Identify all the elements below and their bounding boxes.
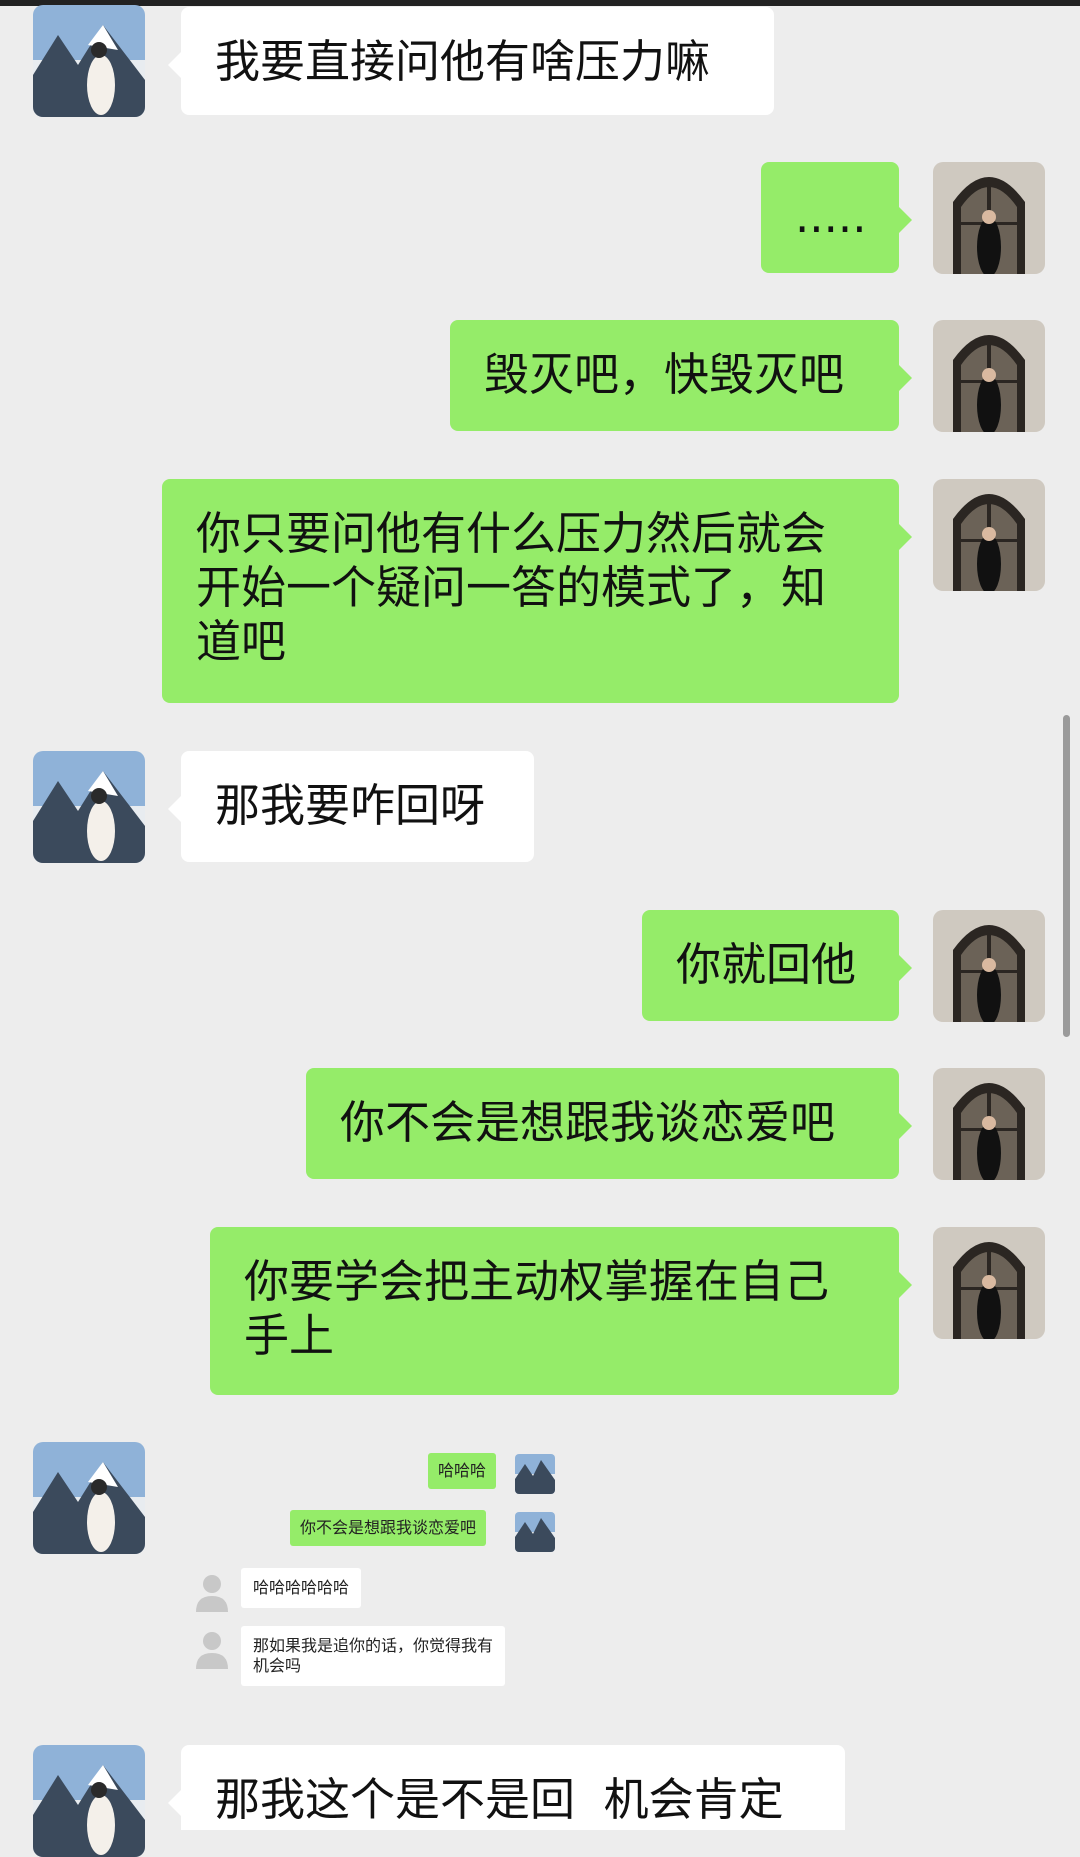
- user-avatar[interactable]: [933, 1068, 1045, 1180]
- embedded-message-incoming: 哈哈哈哈哈哈: [241, 1568, 362, 1608]
- user-avatar[interactable]: [933, 1227, 1045, 1339]
- chat-screen: 我要直接问他有啥压力嘛 ..... 毁灭吧，快毁灭吧 你只要问他有什么压力然后就…: [0, 0, 1080, 1857]
- embedded-avatar: [515, 1454, 555, 1494]
- embedded-message-outgoing: 你不会是想跟我谈恋爱吧: [290, 1510, 487, 1546]
- user-avatar[interactable]: [933, 479, 1045, 591]
- top-bar: [0, 0, 1080, 6]
- embedded-message-outgoing: 哈哈哈: [428, 1453, 497, 1489]
- user-avatar[interactable]: [933, 910, 1045, 1022]
- message-bubble-outgoing[interactable]: 你要学会把主动权掌握在自己手上: [210, 1227, 912, 1395]
- user-avatar[interactable]: [933, 320, 1045, 432]
- contact-avatar[interactable]: [33, 5, 145, 117]
- message-bubble-outgoing[interactable]: 你不会是想跟我谈恋爱吧: [306, 1068, 912, 1179]
- message-bubble-outgoing[interactable]: .....: [761, 162, 912, 273]
- message-bubble-outgoing[interactable]: 你就回他: [642, 910, 912, 1021]
- scrollbar[interactable]: [1063, 715, 1070, 1037]
- default-avatar-icon: [194, 1572, 230, 1612]
- user-avatar[interactable]: [933, 162, 1045, 274]
- contact-avatar[interactable]: [33, 1442, 145, 1554]
- message-bubble-outgoing[interactable]: 毁灭吧，快毁灭吧: [450, 320, 912, 431]
- contact-avatar[interactable]: [33, 751, 145, 863]
- embedded-message-incoming: 那如果我是追你的话，你觉得我有机会吗: [241, 1626, 505, 1686]
- embedded-screenshot-image[interactable]: 哈哈哈 你不会是想跟我谈恋爱吧 哈哈哈哈哈哈 那如果我是追你的话，你觉得我有机会…: [181, 1442, 581, 1686]
- embedded-avatar: [515, 1512, 555, 1552]
- contact-avatar[interactable]: [33, 1745, 145, 1857]
- message-bubble-outgoing[interactable]: 你只要问他有什么压力然后就会开始一个疑问一答的模式了，知道吧: [162, 479, 912, 703]
- message-bubble-incoming[interactable]: 那我这个是不是回 机会肯定: [168, 1745, 845, 1830]
- message-bubble-incoming[interactable]: 我要直接问他有啥压力嘛: [168, 7, 774, 115]
- default-avatar-icon: [194, 1629, 230, 1669]
- message-bubble-incoming[interactable]: 那我要咋回呀: [168, 751, 534, 862]
